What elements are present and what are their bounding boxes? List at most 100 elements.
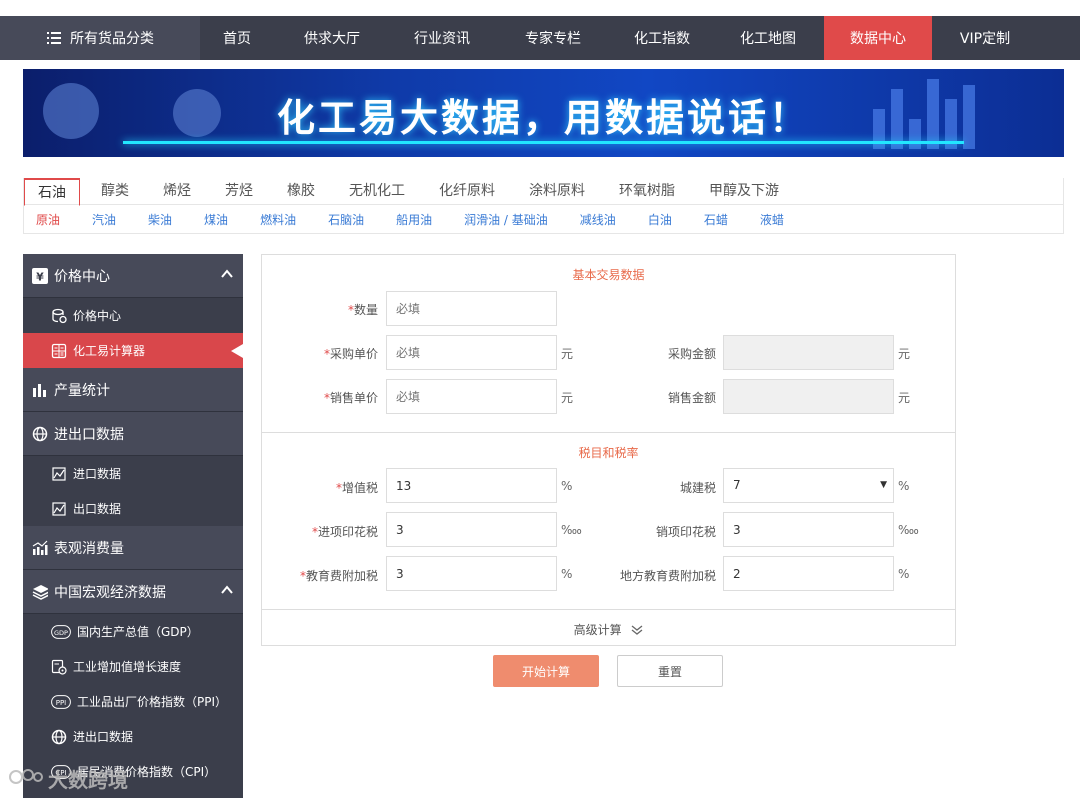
currency-unit: 元 [898, 347, 911, 361]
vat-input[interactable] [386, 468, 557, 503]
sidebar-group-import-export[interactable]: 进出口数据 [23, 412, 243, 456]
sidebar-item-macro-import-export[interactable]: 进出口数据 [23, 719, 243, 754]
sidebar-item-ppi[interactable]: PPI 工业品出厂价格指数（PPI） [23, 684, 243, 719]
yen-icon: ¥ [32, 267, 48, 284]
primary-tabs: 石油 醇类 烯烃 芳烃 橡胶 无机化工 化纤原料 涂料原料 环氧树脂 甲醇及下游 [24, 178, 1063, 206]
purchase-amount-label: 采购金额 [667, 347, 716, 361]
output-stamp-input[interactable] [723, 512, 894, 547]
sidebar-item-gdp[interactable]: GDP 国内生产总值（GDP） [23, 614, 243, 649]
percent-unit: % [561, 479, 573, 493]
calculator-icon [51, 343, 67, 359]
subtab-gasoline[interactable]: 汽油 [80, 211, 128, 228]
purchase-amount-field [723, 335, 894, 370]
currency-unit: 元 [561, 391, 574, 405]
watermark: 大数跨境 [8, 764, 128, 793]
tab-alcohols[interactable]: 醇类 [88, 178, 142, 205]
bar-chart-icon [32, 382, 48, 398]
nav-experts[interactable]: 专家专栏 [494, 16, 612, 60]
edu-tax-label: 教育费附加税 [305, 569, 378, 583]
output-stamp-label: 销项印花税 [655, 525, 716, 539]
tab-methanol[interactable]: 甲醇及下游 [696, 178, 792, 205]
sidebar-group-label: 产量统计 [54, 382, 110, 399]
subtab-kerosene[interactable]: 煤油 [192, 211, 240, 228]
reset-button[interactable]: 重置 [617, 655, 723, 687]
all-categories-button[interactable]: 所有货品分类 [0, 16, 200, 60]
watermark-logo-icon [8, 765, 44, 792]
sidebar-item-industry-growth[interactable]: 工业增加值增长速度 [23, 649, 243, 684]
sale-price-input[interactable] [386, 379, 557, 414]
permyriad-unit: ‱ [561, 523, 582, 537]
subtab-paraffin[interactable]: 石蜡 [692, 211, 740, 228]
nav-chem-map[interactable]: 化工地图 [712, 16, 824, 60]
nav-data-center[interactable]: 数据中心 [824, 16, 932, 60]
nav-supply-demand[interactable]: 供求大厅 [274, 16, 390, 60]
nav-vip[interactable]: VIP定制 [932, 16, 1038, 60]
edu-tax-input[interactable] [386, 556, 557, 591]
watermark-text: 大数跨境 [48, 768, 128, 792]
tab-petroleum[interactable]: 石油 [24, 178, 80, 206]
sidebar-group-label: 价格中心 [54, 268, 110, 285]
currency-unit: 元 [561, 347, 574, 361]
line-chart-icon [51, 501, 67, 517]
vat-label: 增值税 [341, 481, 378, 495]
subtab-fuel-oil[interactable]: 燃料油 [248, 211, 308, 228]
chevron-up-icon [221, 269, 233, 278]
sidebar-item-label: 进出口数据 [73, 730, 134, 744]
sidebar-item-label: 进口数据 [73, 467, 122, 481]
start-calculate-button[interactable]: 开始计算 [493, 655, 599, 687]
tab-rubber[interactable]: 橡胶 [274, 178, 328, 205]
subtab-naphtha[interactable]: 石脑油 [316, 211, 376, 228]
chevron-up-icon [221, 585, 233, 594]
sidebar-item-label: 化工易计算器 [73, 344, 146, 358]
sidebar-item-import[interactable]: 进口数据 [23, 456, 243, 491]
subtab-white-oil[interactable]: 白油 [636, 211, 684, 228]
section-divider [262, 609, 955, 610]
subtab-lubricant[interactable]: 润滑油 / 基础油 [452, 211, 560, 228]
gdp-badge-icon: GDP [51, 624, 71, 640]
sidebar-group-macro-economy[interactable]: 中国宏观经济数据 [23, 570, 243, 614]
nav-news[interactable]: 行业资讯 [390, 16, 494, 60]
sidebar: ¥ 价格中心 价格中心 化工易计算器 产量统计 进出口数据 进口数据 出口数据 … [23, 254, 243, 798]
tab-aromatics[interactable]: 芳烃 [212, 178, 266, 205]
advanced-label: 高级计算 [573, 623, 622, 637]
tab-epoxy[interactable]: 环氧树脂 [606, 178, 688, 205]
tab-coating[interactable]: 涂料原料 [516, 178, 598, 205]
nav-home[interactable]: 首页 [200, 16, 274, 60]
local-edu-tax-input[interactable] [723, 556, 894, 591]
sidebar-group-production[interactable]: 产量统计 [23, 368, 243, 412]
globe-icon [51, 729, 67, 745]
subtab-crude-oil[interactable]: 原油 [24, 211, 72, 228]
top-nav: 所有货品分类 首页 供求大厅 行业资讯 专家专栏 化工指数 化工地图 数据中心 … [0, 16, 1080, 60]
sidebar-item-export[interactable]: 出口数据 [23, 491, 243, 526]
svg-text:PPI: PPI [56, 699, 67, 707]
percent-unit: % [898, 567, 910, 581]
sidebar-group-price-center[interactable]: ¥ 价格中心 [23, 254, 243, 298]
sidebar-group-label: 进出口数据 [54, 426, 124, 443]
menu-icon [46, 30, 62, 46]
sidebar-item-price-center[interactable]: 价格中心 [23, 298, 243, 333]
percent-unit: % [898, 479, 910, 493]
dropdown-arrow-icon: ▼ [880, 480, 887, 490]
purchase-price-input[interactable] [386, 335, 557, 370]
tab-fiber[interactable]: 化纤原料 [426, 178, 508, 205]
subtab-diesel[interactable]: 柴油 [136, 211, 184, 228]
sidebar-item-calculator[interactable]: 化工易计算器 [23, 333, 243, 368]
coins-icon [51, 308, 67, 324]
quantity-input[interactable] [386, 291, 557, 326]
advanced-toggle[interactable]: 高级计算 [262, 621, 955, 638]
svg-text:¥: ¥ [36, 270, 44, 283]
sidebar-item-label: 国内生产总值（GDP） [77, 625, 199, 639]
tab-inorganic[interactable]: 无机化工 [336, 178, 418, 205]
input-stamp-input[interactable] [386, 512, 557, 547]
city-tax-select[interactable]: 7 ▼ [723, 468, 894, 503]
subtab-liquid-wax[interactable]: 液蜡 [748, 211, 796, 228]
nav-chem-index[interactable]: 化工指数 [612, 16, 712, 60]
quantity-label: 数量 [353, 303, 378, 317]
section-title-basic: 基本交易数据 [572, 268, 645, 282]
subtab-marine-oil[interactable]: 船用油 [384, 211, 444, 228]
double-chevron-down-icon [632, 625, 643, 635]
purchase-price-label: 采购单价 [329, 347, 378, 361]
subtab-reduced-oil[interactable]: 减线油 [568, 211, 628, 228]
tab-olefins[interactable]: 烯烃 [150, 178, 204, 205]
sidebar-group-apparent-consumption[interactable]: 表观消费量 [23, 526, 243, 570]
